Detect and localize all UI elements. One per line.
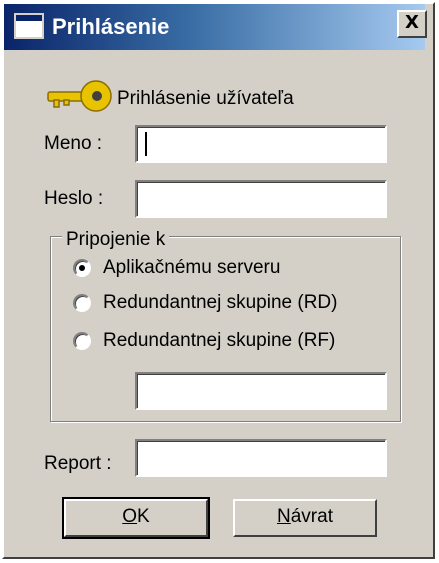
window-title: Prihlásenie bbox=[52, 14, 170, 39]
radio-redundant-group-rd[interactable] bbox=[73, 294, 91, 312]
cancel-button[interactable]: Návrat bbox=[233, 499, 377, 537]
name-input[interactable] bbox=[135, 125, 387, 163]
window-icon bbox=[14, 13, 44, 39]
password-input[interactable] bbox=[135, 180, 387, 218]
ok-mnemonic: O bbox=[122, 506, 138, 527]
title-bar[interactable]: Prihlásenie bbox=[4, 4, 425, 50]
text-caret bbox=[145, 132, 147, 156]
close-button[interactable]: X bbox=[397, 10, 427, 38]
cancel-label-rest: ávrat bbox=[290, 506, 333, 527]
radio-redundant-group-rd-label[interactable]: Redundantnej skupine (RD) bbox=[103, 292, 337, 314]
radio-redundant-group-rf[interactable] bbox=[73, 332, 91, 350]
cancel-mnemonic: N bbox=[277, 506, 291, 527]
ok-button[interactable]: OK bbox=[62, 497, 210, 539]
group-input[interactable] bbox=[135, 372, 387, 410]
key-icon bbox=[44, 76, 116, 120]
report-label: Report : bbox=[44, 453, 112, 474]
name-label: Meno : bbox=[44, 133, 103, 154]
radio-application-server-label[interactable]: Aplikačnému serveru bbox=[103, 257, 280, 279]
connection-group-legend: Pripojenie k bbox=[62, 229, 170, 251]
report-input[interactable] bbox=[135, 439, 387, 477]
login-heading: Prihlásenie užívateľa bbox=[117, 88, 294, 109]
ok-label-rest: K bbox=[137, 506, 150, 527]
radio-redundant-group-rf-label[interactable]: Redundantnej skupine (RF) bbox=[103, 330, 335, 352]
password-label: Heslo : bbox=[44, 188, 104, 209]
radio-application-server[interactable] bbox=[73, 259, 91, 277]
